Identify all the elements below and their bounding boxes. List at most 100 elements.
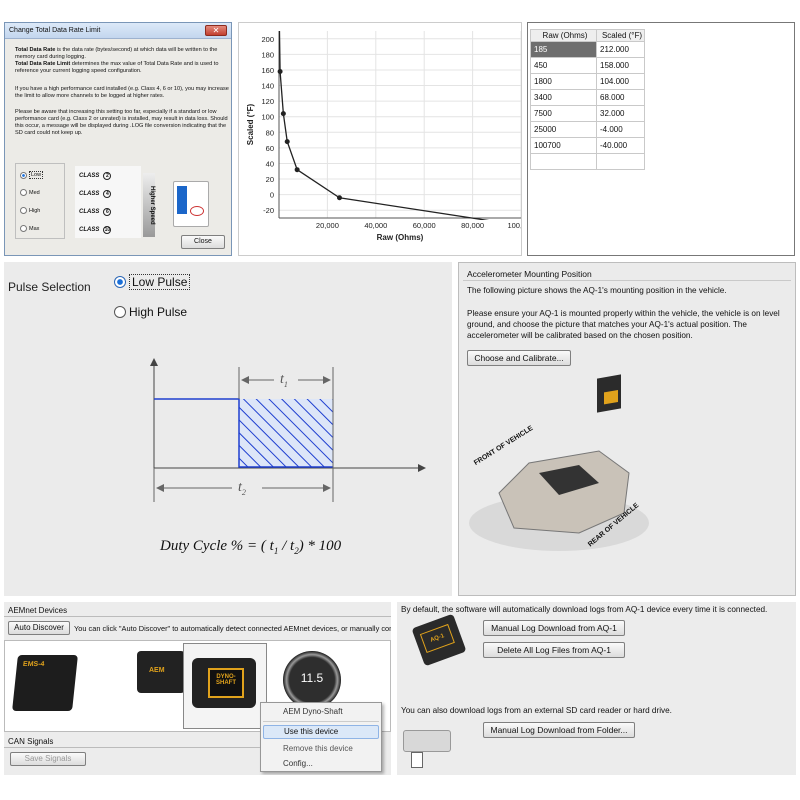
y-tick-label: 180 <box>261 50 274 59</box>
data-point <box>284 139 290 145</box>
accelerometer-panel: Accelerometer Mounting Position The foll… <box>458 262 796 596</box>
table-row[interactable]: 7500 32.000 <box>530 105 645 122</box>
pulse-selection-panel: Pulse Selection Low Pulse High Pulse t1 <box>4 262 452 596</box>
radio-max[interactable]: Max <box>20 225 39 232</box>
cell-scaled[interactable]: 212.000 <box>596 41 645 58</box>
x-tick-label: 20,000 <box>316 221 339 230</box>
scaling-table-panel: Raw (Ohms) Scaled (°F) 185 212.000 450 158.… <box>527 22 795 256</box>
class-10-logo: CLASS 10 <box>79 226 112 234</box>
y-tick-label: 100 <box>261 113 274 122</box>
aq1-device-icon: AQ-1 <box>411 613 467 667</box>
data-rate-dialog: Change Total Data Rate Limit ✕ Total Dat… <box>4 22 232 256</box>
y-tick-label: 200 <box>261 35 274 44</box>
table-row[interactable] <box>530 153 645 170</box>
arrowhead-icon <box>241 376 249 384</box>
cell-raw[interactable]: 100700 <box>530 137 597 154</box>
logs-intro: By default, the software will automatica… <box>401 605 768 614</box>
table-row[interactable]: 450 158.000 <box>530 57 645 74</box>
sensor-module-device[interactable]: AEM <box>137 651 185 693</box>
x-axis-arrow-icon <box>418 464 426 472</box>
aemnet-panel: AEMnet Devices Auto Discover You can cli… <box>4 602 391 775</box>
aq1-device-label <box>604 389 618 405</box>
cell-scaled[interactable] <box>596 153 645 170</box>
table-row[interactable]: 1800 104.000 <box>530 73 645 90</box>
radio-high[interactable]: High <box>20 207 40 214</box>
t1-label: t1 <box>280 372 288 389</box>
data-point <box>277 69 283 75</box>
data-point <box>337 195 342 201</box>
can-signals-title: CAN Signals <box>8 737 54 746</box>
pulse-hatched-region <box>239 399 333 467</box>
cell-raw[interactable]: 3400 <box>530 89 597 106</box>
wideband-gauge-device[interactable]: 11.5 <box>283 651 341 709</box>
class-6-logo: CLASS 6 <box>79 208 112 216</box>
close-button[interactable]: Close <box>181 235 225 249</box>
logs-external-hint: You can also download logs from an exter… <box>401 706 672 715</box>
x-axis-label: Raw (Ohms) <box>377 233 424 242</box>
radio-dot-icon <box>20 207 27 214</box>
duty-cycle-formula: Duty Cycle % = ( t1 / t2) * 100 <box>160 538 342 556</box>
higher-speed-arrow: Higher Speed <box>143 173 155 237</box>
table-row[interactable]: 3400 68.000 <box>530 89 645 106</box>
choose-calibrate-button[interactable]: Choose and Calibrate... <box>467 350 571 366</box>
arrowhead-icon <box>323 376 331 384</box>
data-point <box>294 167 300 173</box>
cell-raw[interactable]: 7500 <box>530 105 597 122</box>
manual-log-folder-button[interactable]: Manual Log Download from Folder... <box>483 722 635 738</box>
y-axis-arrow-icon <box>150 358 158 366</box>
sd-class-list: CLASS 2 CLASS 4 CLASS 6 CLASS 10 <box>75 166 141 238</box>
ems4-device[interactable]: EMS-4 <box>12 655 78 711</box>
cell-raw[interactable]: 450 <box>530 57 597 74</box>
scaling-table[interactable]: Raw (Ohms) Scaled (°F) 185 212.000 450 158.… <box>530 29 645 170</box>
y-tick-label: 140 <box>261 82 274 91</box>
cell-scaled[interactable]: -4.000 <box>596 121 645 138</box>
radio-med[interactable]: Med <box>20 189 40 196</box>
cell-scaled[interactable]: 32.000 <box>596 105 645 122</box>
table-row[interactable]: 185 212.000 <box>530 41 645 58</box>
cell-scaled[interactable]: 104.000 <box>596 73 645 90</box>
radio-dot-icon <box>20 171 27 179</box>
radio-low[interactable]: Low <box>20 171 44 179</box>
table-row[interactable]: 25000 -4.000 <box>530 121 645 138</box>
cell-scaled[interactable]: 158.000 <box>596 57 645 74</box>
data-point <box>280 111 286 117</box>
device-context-menu: AEM Dyno-Shaft Use this device Remove th… <box>260 702 382 772</box>
menu-remove-device[interactable]: Remove this device <box>283 744 353 753</box>
x-tick-label: 60,000 <box>413 221 436 230</box>
cell-raw[interactable]: 25000 <box>530 121 597 138</box>
y-tick-label: 0 <box>270 191 274 200</box>
dialog-para-1: Total Data Rate is the data rate (bytes/… <box>15 47 219 74</box>
class-2-logo: CLASS 2 <box>79 172 112 180</box>
series-line <box>279 31 490 220</box>
cell-raw[interactable] <box>530 153 597 170</box>
y-tick-label: 40 <box>266 159 274 168</box>
accel-text-2: Please ensure your AQ-1 is mounted prope… <box>467 309 780 340</box>
arrowhead-icon <box>156 484 164 492</box>
manual-log-download-button[interactable]: Manual Log Download from AQ-1 <box>483 620 625 636</box>
y-tick-label: 20 <box>266 175 274 184</box>
dyno-shaft-device[interactable]: DYNO-SHAFT <box>183 643 267 729</box>
accel-text-1: The following picture shows the AQ-1's m… <box>467 286 727 295</box>
cell-scaled[interactable]: -40.000 <box>596 137 645 154</box>
auto-discover-button[interactable]: Auto Discover <box>8 621 70 635</box>
sd-card-icon <box>411 752 423 768</box>
x-tick-label: 80,000 <box>461 221 484 230</box>
scaling-chart: 200 180 160 140 120 100 80 60 40 20 0 -20 20,000 40,0… <box>238 22 522 256</box>
log-download-panel: By default, the software will automatica… <box>397 602 796 775</box>
table-row[interactable]: 100700 -40.000 <box>530 137 645 154</box>
menu-config[interactable]: Config... <box>283 759 313 768</box>
cell-raw[interactable]: 1800 <box>530 73 597 90</box>
save-signals-button[interactable]: Save Signals <box>10 752 86 766</box>
close-icon[interactable]: ✕ <box>205 25 227 36</box>
menu-use-device[interactable]: Use this device <box>263 725 379 739</box>
col-header-raw[interactable]: Raw (Ohms) <box>530 29 597 42</box>
delete-log-files-button[interactable]: Delete All Log Files from AQ-1 <box>483 642 625 658</box>
dialog-para-4: Please be aware that increasing this set… <box>15 109 228 136</box>
col-header-scaled[interactable]: Scaled (°F) <box>596 29 645 42</box>
x-tick-label: 100,000 <box>507 221 522 230</box>
y-tick-label: -20 <box>263 206 274 215</box>
cell-scaled[interactable]: 68.000 <box>596 89 645 106</box>
cell-raw[interactable]: 185 <box>530 41 597 58</box>
y-tick-label: 80 <box>266 128 274 137</box>
y-tick-label: 120 <box>261 97 274 106</box>
